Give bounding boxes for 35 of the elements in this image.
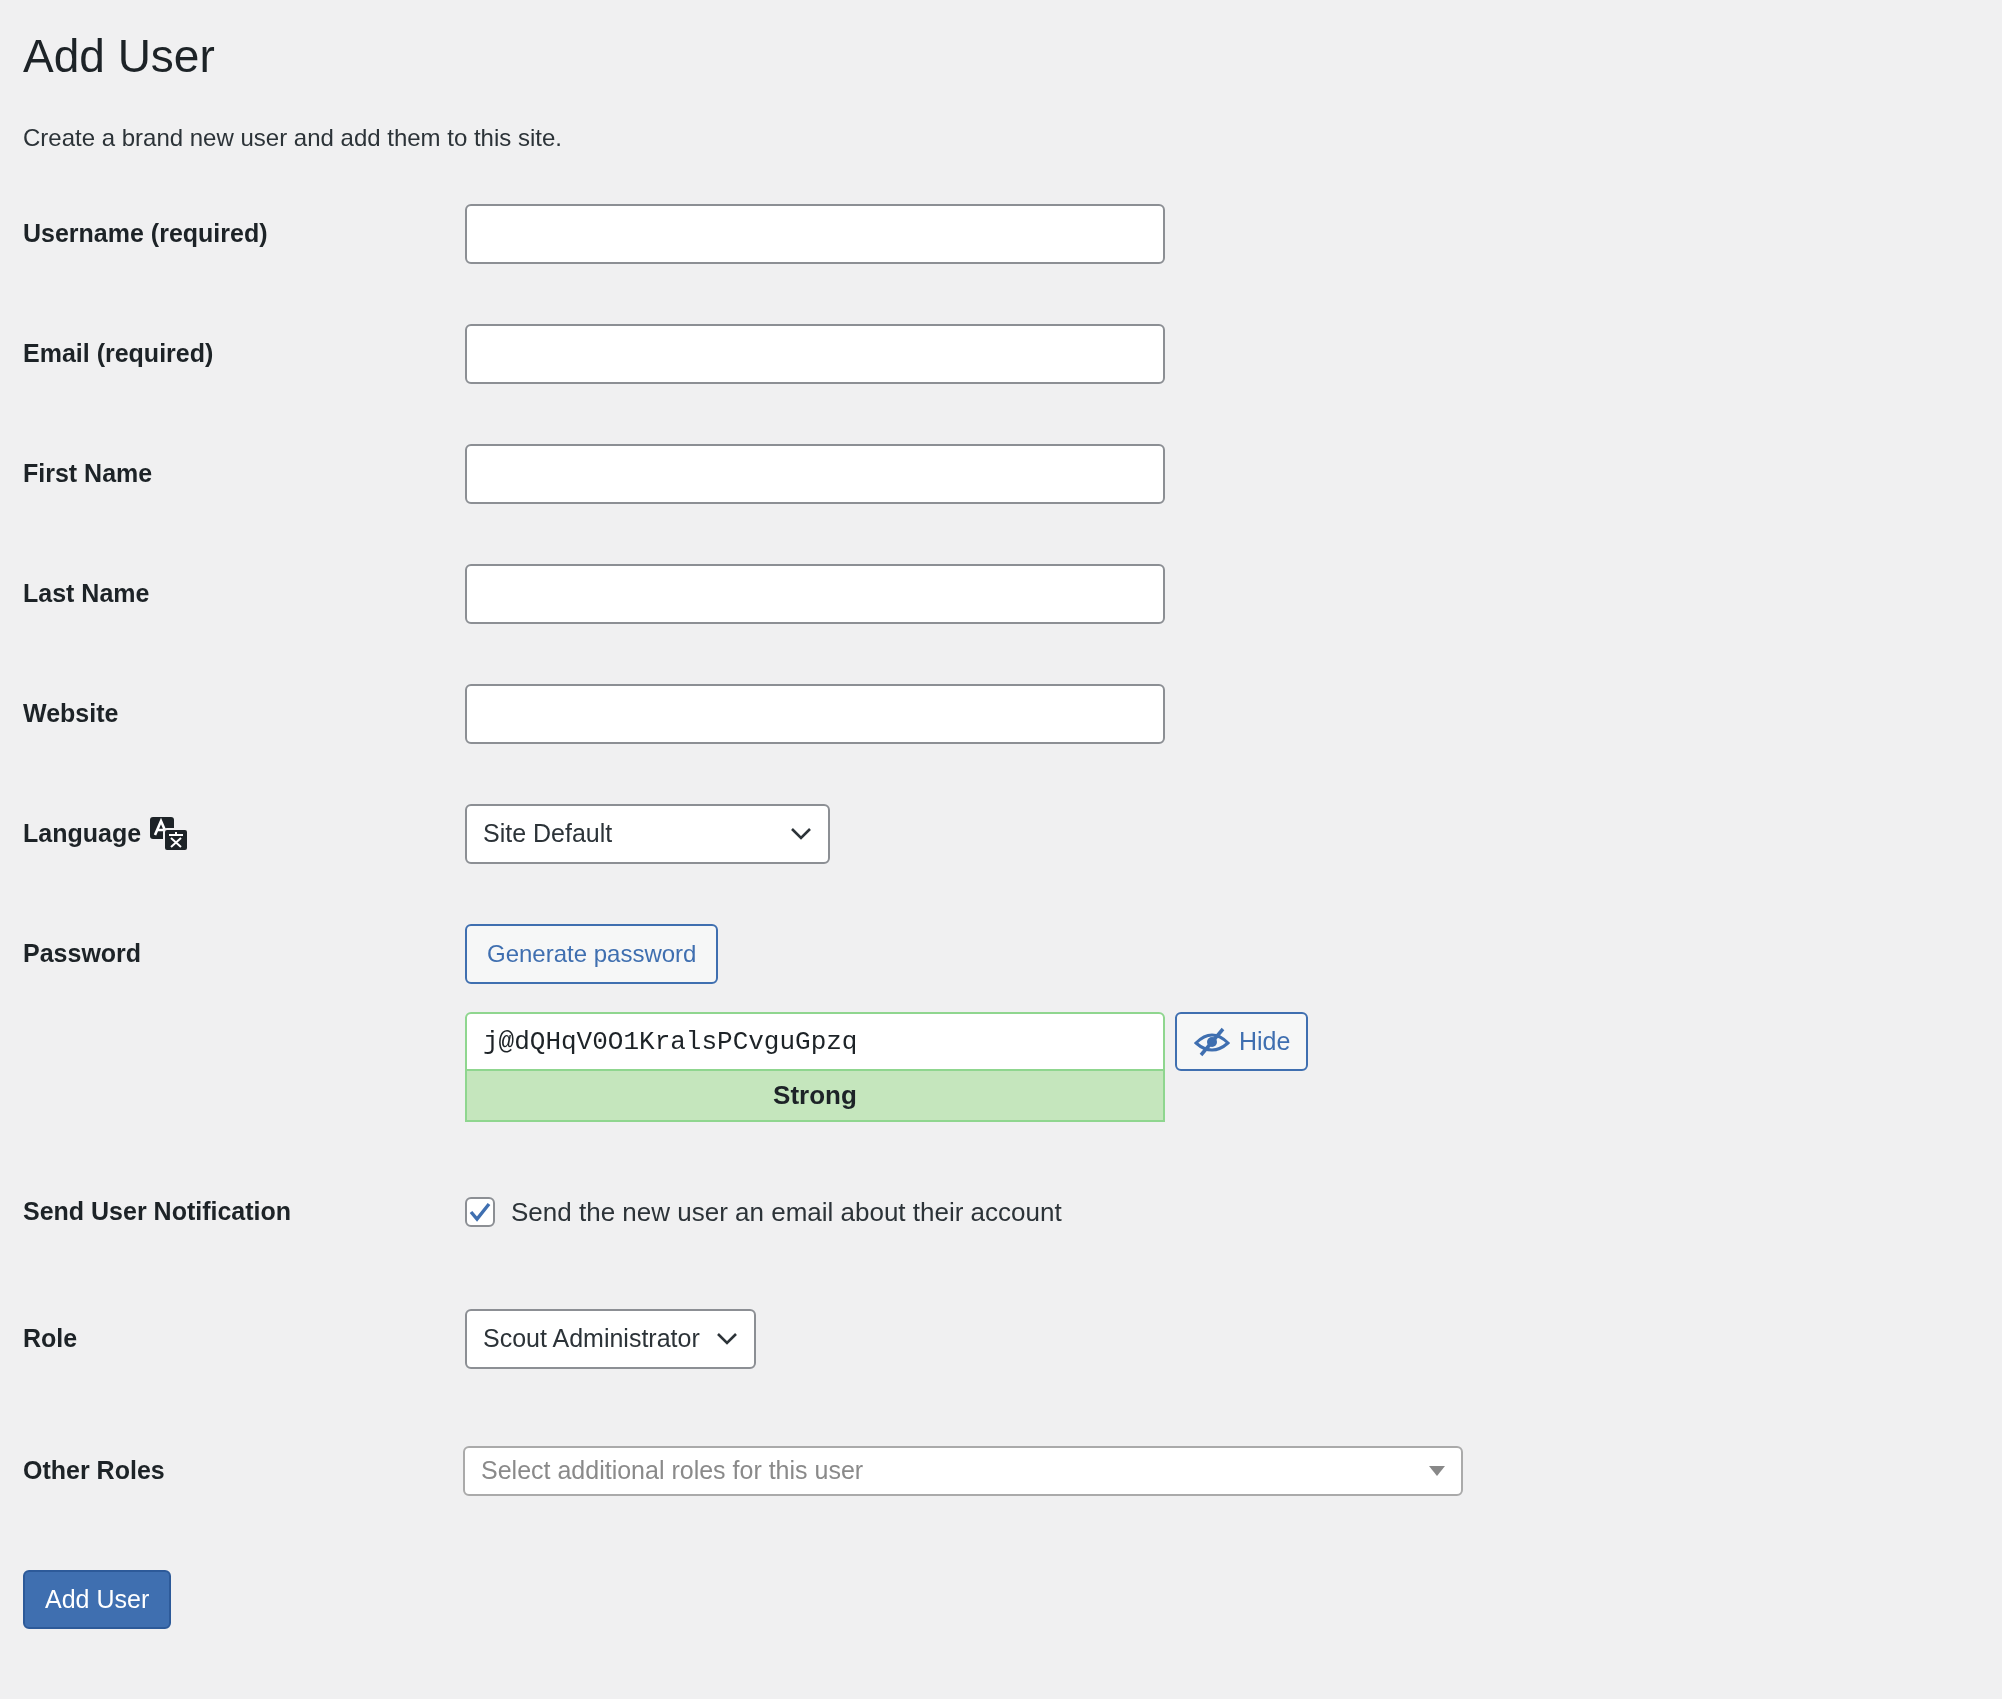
page-title: Add User: [23, 29, 216, 84]
field-label: Role: [23, 1323, 78, 1355]
field-label: Last Name: [23, 578, 150, 610]
checkbox[interactable]: [465, 1197, 495, 1227]
text-input-field[interactable]: [465, 324, 1165, 384]
dropdown-select[interactable]: Site Default: [465, 804, 830, 864]
dropdown-select[interactable]: Scout Administrator: [465, 1309, 756, 1369]
page-description: Create a brand new user and add them to this site.: [23, 123, 563, 153]
chevron-down-icon: [715, 1332, 738, 1346]
password-input-field[interactable]: j@dQHqV0O1KralsPCvguGpzq: [465, 1012, 1165, 1071]
text-input-field[interactable]: [465, 564, 1165, 624]
eye-slash-icon: [1193, 1026, 1231, 1057]
text-input-field[interactable]: [465, 684, 1165, 744]
field-label: Other Roles: [23, 1455, 165, 1487]
field-label: First Name: [23, 458, 153, 490]
placeholder-text: Select additional roles for this user: [481, 1455, 864, 1487]
hide-password-button[interactable]: Hide: [1175, 1012, 1309, 1071]
field-label: Email (required): [23, 338, 214, 370]
field-label: Website: [23, 698, 119, 730]
field-label: Username (required): [23, 218, 268, 250]
field-label: Password: [23, 938, 142, 970]
checkmark-icon: [469, 1202, 491, 1222]
select-value: Scout Administrator: [483, 1323, 700, 1355]
password-strength-meter: Strong: [465, 1071, 1165, 1122]
multi-select-field[interactable]: Select additional roles for this user: [463, 1446, 1463, 1496]
dropdown-arrow-icon: [1429, 1466, 1445, 1476]
checkbox-label: Send the new user an email about their account: [511, 1195, 1062, 1229]
field-label: Language: [23, 818, 142, 850]
text-input-field[interactable]: [465, 444, 1165, 504]
field-label: Send User Notification: [23, 1196, 292, 1228]
text-input-field[interactable]: [465, 204, 1165, 264]
chevron-down-icon: [790, 827, 812, 841]
select-value: Site Default: [483, 818, 613, 850]
add-user-button[interactable]: Add User: [23, 1570, 172, 1629]
generate-password-button[interactable]: Generate password: [465, 924, 719, 984]
